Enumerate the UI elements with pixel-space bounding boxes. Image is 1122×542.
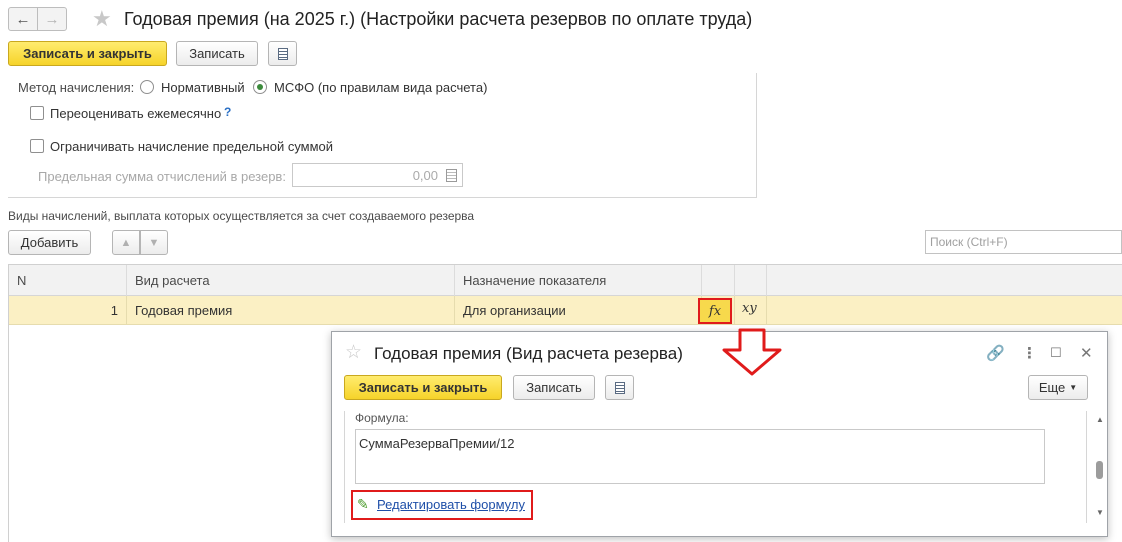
calculator-icon[interactable] <box>446 169 457 182</box>
annotation-arrow <box>722 328 782 376</box>
formula-fx-button[interactable]: fx <box>698 298 732 324</box>
cell-purpose: Для организации <box>455 296 702 325</box>
back-button[interactable]: ← <box>8 7 38 31</box>
arrow-up-icon: ▲ <box>120 236 132 249</box>
scroll-up-icon[interactable]: ▲ <box>1096 415 1104 424</box>
cell-n: 1 <box>9 296 127 325</box>
pencil-icon: ✎ <box>357 496 369 512</box>
more-vertical-icon[interactable]: ⋮ <box>1022 344 1037 362</box>
dialog-scrollbar[interactable]: ▲ ▼ <box>1094 411 1106 523</box>
forward-button[interactable]: → <box>37 7 67 31</box>
dialog-title: Годовая премия (Вид расчета резерва) <box>374 344 683 363</box>
accruals-section-title: Виды начислений, выплата которых осущест… <box>8 209 475 223</box>
table-row[interactable]: 1 Годовая премия Для организации fx xy <box>9 296 1122 325</box>
dialog-save-and-close-button[interactable]: Записать и закрыть <box>344 375 502 400</box>
favorite-star-icon[interactable]: ☆ <box>345 343 362 362</box>
formula-panel: Формула: СуммаРезерваПремии/12 ✎ Редакти… <box>344 411 1087 523</box>
column-header-purpose[interactable]: Назначение показателя <box>455 265 702 296</box>
formula-text: СуммаРезерваПремии/12 <box>359 436 515 451</box>
variables-xy-button[interactable]: xy <box>742 301 757 316</box>
move-down-button[interactable]: ▼ <box>140 230 168 255</box>
max-sum-value: 0,00 <box>412 168 438 183</box>
edit-formula-link[interactable]: Редактировать формулу <box>377 497 525 512</box>
column-header-n[interactable]: N <box>9 265 127 296</box>
maximize-icon[interactable]: ☐ <box>1050 345 1062 361</box>
more-button-label: Еще <box>1038 380 1066 395</box>
chevron-down-icon: ▼ <box>1069 383 1078 392</box>
settings-panel: Метод начисления: Нормативный МСФО (по п… <box>8 73 757 198</box>
arrow-left-icon: ← <box>15 10 31 28</box>
edit-formula-highlight: ✎ Редактировать формулу <box>351 490 533 520</box>
save-and-close-button[interactable]: Записать и закрыть <box>8 41 167 66</box>
more-button[interactable]: Еще ▼ <box>1028 375 1088 400</box>
scroll-thumb[interactable] <box>1096 461 1103 479</box>
save-button[interactable]: Записать <box>176 41 258 66</box>
favorite-star-icon[interactable]: ★ <box>92 8 112 30</box>
link-icon[interactable]: 🔗 <box>986 344 1005 362</box>
method-label: Метод начисления: <box>18 80 135 95</box>
search-input[interactable]: Поиск (Ctrl+F) <box>925 230 1122 254</box>
scroll-down-icon[interactable]: ▼ <box>1096 508 1104 517</box>
arrow-right-icon: → <box>44 10 60 28</box>
arrow-down-icon: ▼ <box>148 236 160 249</box>
help-icon[interactable]: ? <box>224 105 231 119</box>
document-list-icon <box>614 381 625 394</box>
page-title: Годовая премия (на 2025 г.) (Настройки р… <box>124 9 753 29</box>
column-header-calc-type[interactable]: Вид расчета <box>127 265 455 296</box>
max-sum-input[interactable]: 0,00 <box>292 163 463 187</box>
method-radio-normative[interactable] <box>140 80 154 94</box>
column-header-fx <box>702 265 735 296</box>
column-header-xy <box>735 265 767 296</box>
formula-fx-icon: fx <box>708 303 722 319</box>
method-option-msfo: МСФО (по правилам вида расчета) <box>274 80 488 95</box>
revalue-monthly-label: Переоценивать ежемесячно <box>50 106 222 121</box>
limit-sum-checkbox[interactable] <box>30 139 44 153</box>
table-header: N Вид расчета Назначение показателя <box>9 265 1122 296</box>
cell-calc-type: Годовая премия <box>127 296 455 325</box>
max-sum-label: Предельная сумма отчислений в резерв: <box>38 169 286 184</box>
dialog-save-button[interactable]: Записать <box>513 375 595 400</box>
formula-textarea[interactable]: СуммаРезерваПремии/12 <box>355 429 1045 484</box>
move-up-button[interactable]: ▲ <box>112 230 140 255</box>
revalue-monthly-checkbox[interactable] <box>30 106 44 120</box>
formula-label: Формула: <box>355 411 409 425</box>
dialog-report-button[interactable] <box>605 375 634 400</box>
close-icon[interactable]: ✕ <box>1080 344 1093 362</box>
method-option-normative: Нормативный <box>161 80 245 95</box>
add-button[interactable]: Добавить <box>8 230 91 255</box>
limit-sum-label: Ограничивать начисление предельной суммо… <box>50 139 334 154</box>
method-radio-msfo[interactable] <box>253 80 267 94</box>
report-button[interactable] <box>268 41 297 66</box>
document-list-icon <box>277 47 288 60</box>
